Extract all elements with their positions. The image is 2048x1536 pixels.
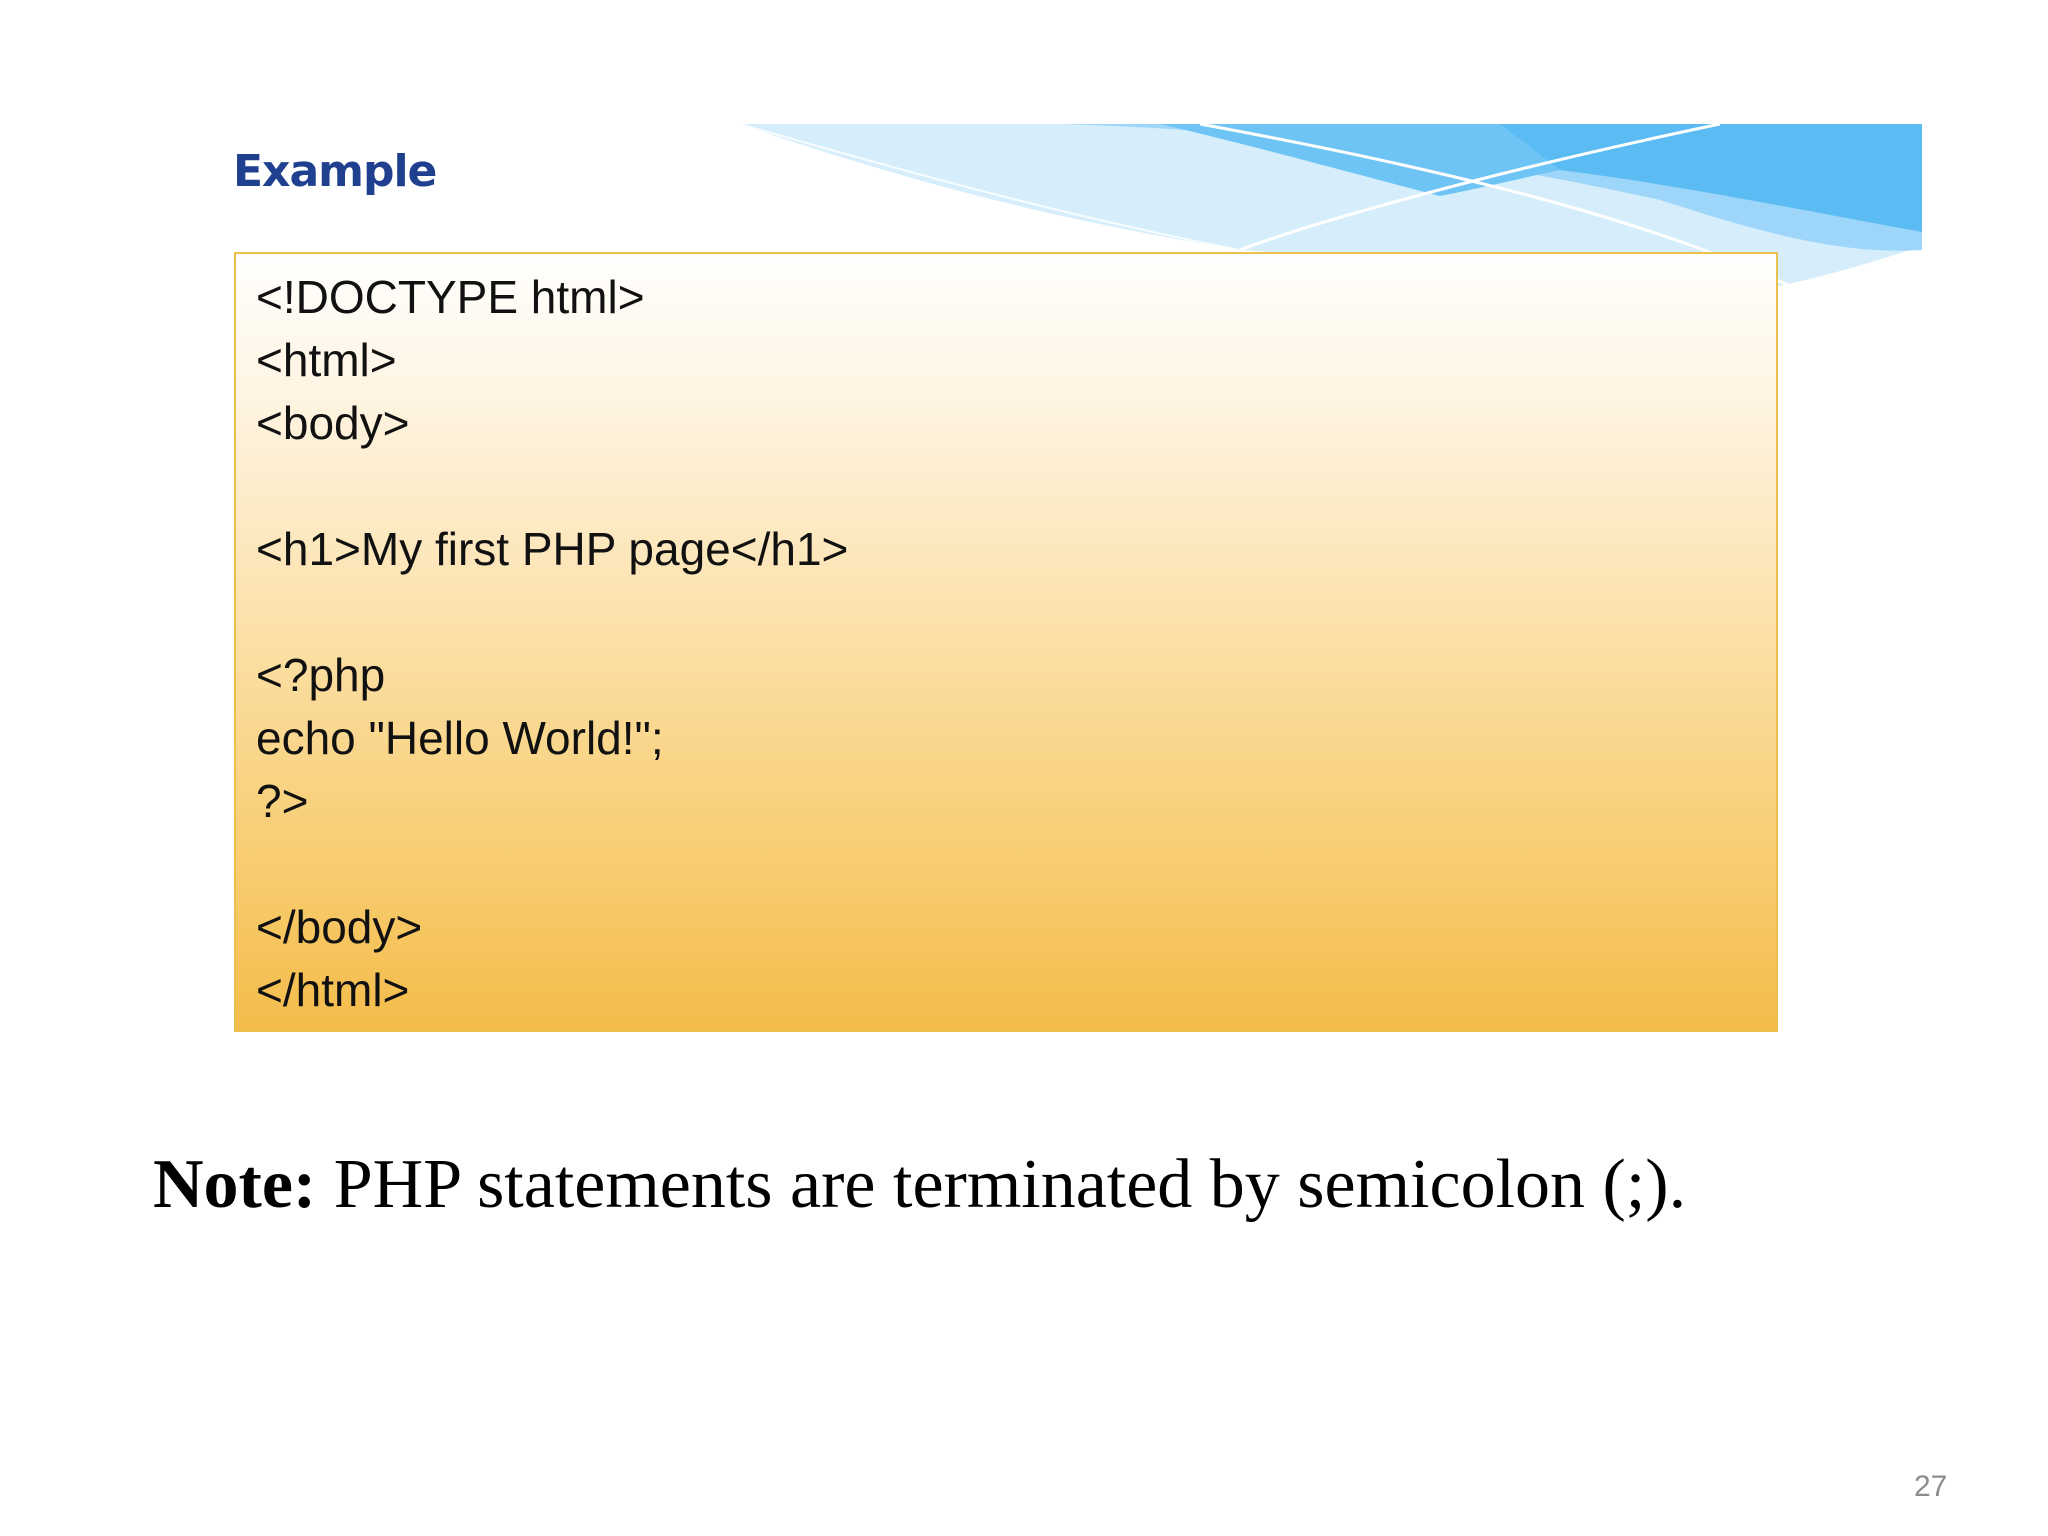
code-line: echo "Hello World!";: [256, 712, 664, 764]
code-line: <h1>My first PHP page</h1>: [256, 523, 849, 575]
code-line: <?php: [256, 649, 386, 701]
note-body: PHP statements are terminated by semicol…: [316, 1146, 1687, 1223]
code-line: </body>: [256, 901, 423, 953]
note-text: Note: PHP statements are terminated by s…: [153, 1150, 1686, 1220]
code-line: </html>: [256, 964, 410, 1016]
example-heading: Example: [233, 146, 437, 197]
code-line: ?>: [256, 775, 309, 827]
note-label: Note:: [153, 1146, 317, 1223]
code-example-box: <!DOCTYPE html> <html> <body> <h1>My fir…: [234, 252, 1778, 1032]
code-line: <html>: [256, 334, 397, 386]
code-line: <!DOCTYPE html>: [256, 271, 645, 323]
code-line: <body>: [256, 397, 410, 449]
page-number: 27: [1914, 1470, 1948, 1503]
